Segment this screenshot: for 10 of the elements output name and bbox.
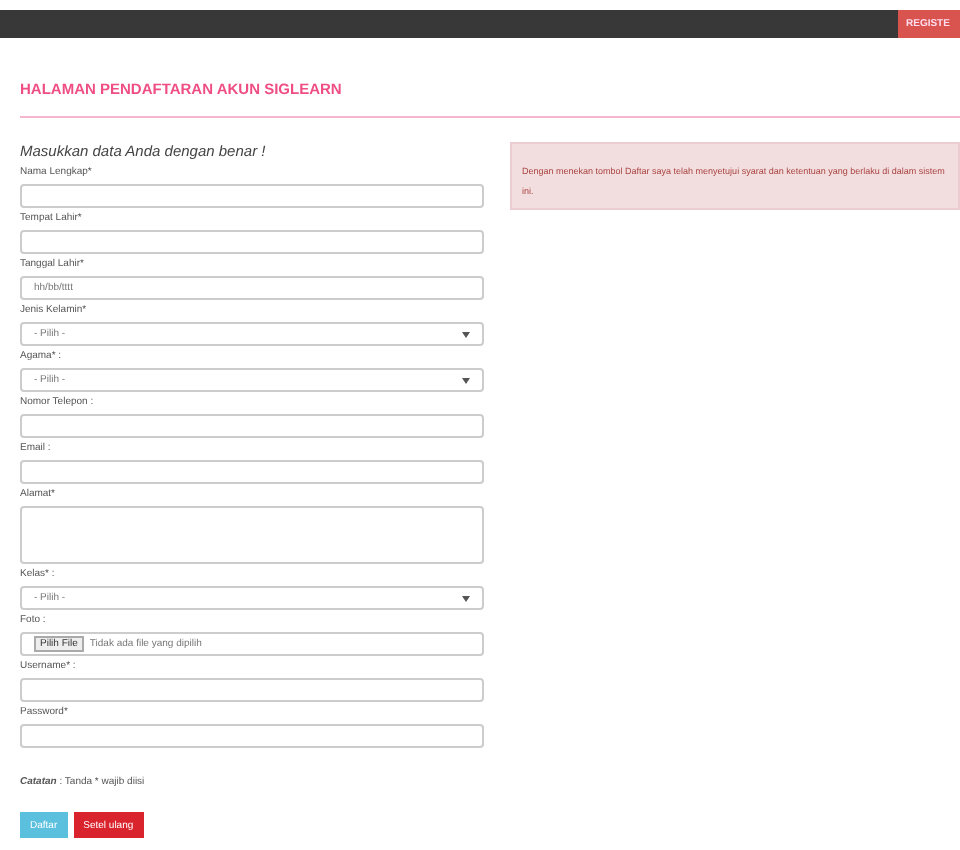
input-field[interactable] — [20, 184, 484, 208]
input-field[interactable] — [20, 724, 484, 748]
input-field[interactable] — [20, 230, 484, 254]
textarea-field[interactable] — [20, 506, 484, 564]
input-field[interactable] — [20, 414, 484, 438]
input-field[interactable] — [20, 460, 484, 484]
input-field[interactable] — [20, 678, 484, 702]
caret-icon — [462, 595, 470, 601]
caret-icon — [462, 331, 470, 337]
caret-icon — [462, 377, 470, 383]
